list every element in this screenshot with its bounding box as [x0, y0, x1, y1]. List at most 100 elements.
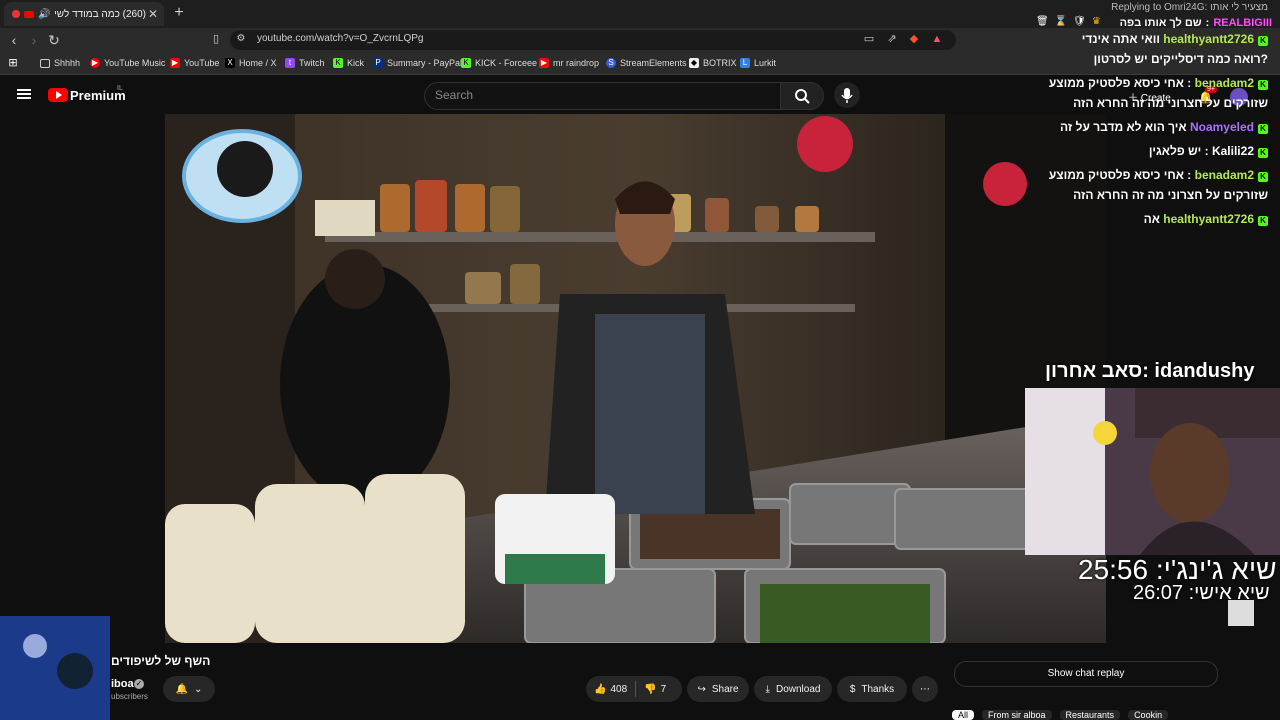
- kick-badge-icon: K: [1258, 80, 1268, 90]
- country-code: IL: [117, 85, 123, 92]
- kick-badge-icon: K: [1258, 216, 1268, 226]
- youtube-logo-icon[interactable]: [48, 88, 68, 102]
- apps-icon[interactable]: ⊞: [8, 56, 22, 70]
- bookmark-item[interactable]: Shhhh: [40, 56, 80, 70]
- chat-message: איך הוא לא מדבר על זה: [1060, 120, 1187, 134]
- kick-badge-icon: K: [1258, 124, 1268, 134]
- streamer-cam-thumbnail: [0, 616, 110, 720]
- dislike-count[interactable]: 7: [661, 684, 667, 695]
- chat-message: וואי אתה אינדי: [1081, 32, 1160, 46]
- chevron-down-icon: ⌄: [194, 683, 203, 695]
- subscriber-count: ubscribers: [111, 692, 148, 701]
- speaker-icon[interactable]: 🔊: [38, 9, 50, 20]
- bookmark-page-icon[interactable]: ▯: [209, 32, 223, 46]
- search-placeholder: Search: [435, 88, 474, 102]
- kick-badge-icon: K: [1258, 36, 1268, 46]
- webcam-feed: [1025, 388, 1280, 555]
- more-icon: ⋯: [920, 683, 930, 695]
- new-tab-button[interactable]: +: [170, 4, 188, 22]
- download-button[interactable]: ⤓ Download: [754, 676, 832, 702]
- like-dislike-group: 👍 408 👎 7: [586, 676, 682, 702]
- chat-message: שזורקים על חצרוני מה זה החרא הזה: [1073, 96, 1268, 110]
- chat-message: ?רואה כמה דיסלייקים יש לסרטון: [1093, 52, 1268, 66]
- reload-icon[interactable]: ↻: [45, 31, 63, 49]
- pinned-message: שם לך אותו בפה: [1119, 17, 1202, 29]
- chip-all[interactable]: All: [952, 710, 975, 720]
- like-count[interactable]: 408: [610, 684, 627, 695]
- chat-username: healthyantt2726: [1163, 212, 1254, 226]
- thanks-icon: $: [849, 683, 856, 695]
- bookmark-item[interactable]: K KICK - Forceee: [461, 56, 537, 70]
- browser-tab[interactable]: 🔊 (260) כמה במודד לשיפודים של ✕: [4, 2, 164, 26]
- bookmark-item[interactable]: ▶ mr raindrop: [539, 56, 599, 70]
- microphone-icon: [841, 88, 853, 103]
- chat-message: יש פלאגין: [1148, 144, 1202, 158]
- kick-badge-icon: K: [1258, 172, 1268, 182]
- site-info-icon[interactable]: ⚙: [234, 32, 248, 46]
- divider: [635, 681, 637, 697]
- brave-shield-icon[interactable]: ◆: [907, 32, 921, 46]
- share-button[interactable]: ↪ Share: [687, 676, 749, 702]
- voice-search-button[interactable]: [834, 82, 860, 108]
- bookmark-item[interactable]: K Kick: [333, 56, 364, 70]
- video-player[interactable]: [165, 114, 1106, 643]
- subscribe-bell-button[interactable]: 🔔 ⌄: [163, 676, 215, 702]
- dislike-icon[interactable]: 👎: [644, 684, 656, 695]
- crown-icon: ♛: [1091, 16, 1101, 27]
- chat-username: Kalili22: [1211, 144, 1254, 158]
- kick-badge-icon: K: [1258, 148, 1268, 158]
- search-button[interactable]: [780, 82, 824, 110]
- search-icon: [795, 89, 810, 104]
- video-frame: [165, 114, 1106, 643]
- bookmark-item[interactable]: ◆ BOTRIX: [689, 56, 737, 70]
- cast-icon[interactable]: ▭: [862, 32, 876, 46]
- overlay-logo-icon: [1228, 600, 1254, 626]
- chip-from-channel[interactable]: From sir alboa: [982, 710, 1052, 720]
- chat-message: אחי כיסא פלסטיק ממוצע: [1048, 76, 1184, 90]
- chat-message: אה: [1143, 212, 1160, 226]
- trash-icon[interactable]: 🗑: [1036, 16, 1049, 27]
- stream-chat-overlay: Replying to Omri24G: מצעיר לי אותו REALB…: [1036, 2, 1272, 226]
- bookmark-item[interactable]: X Home / X: [225, 56, 277, 70]
- bookmark-item[interactable]: ▶ YouTube Music: [90, 56, 165, 70]
- bookmark-item[interactable]: ▶ YouTube: [170, 56, 219, 70]
- chip-cooking[interactable]: Cookin: [1128, 710, 1169, 720]
- forward-icon[interactable]: ›: [25, 31, 43, 49]
- video-title: השף של לשיפודים: [111, 654, 211, 668]
- search-input[interactable]: [424, 82, 782, 110]
- shield-icon[interactable]: 🛡: [1073, 16, 1086, 27]
- bookmark-item[interactable]: t Twitch: [285, 56, 325, 70]
- bell-icon: 🔔: [175, 683, 189, 695]
- bookmark-item[interactable]: P Summary - PayPal: [373, 56, 462, 70]
- hamburger-menu-icon[interactable]: [17, 87, 31, 101]
- verified-icon: ✓: [134, 679, 144, 689]
- back-icon[interactable]: ‹: [5, 31, 23, 49]
- youtube-favicon-icon: [24, 10, 34, 18]
- chat-message: שזורקים על חצרוני מה זה החרא הזה: [1073, 188, 1268, 202]
- channel-name[interactable]: iboa: [111, 678, 134, 690]
- bookmark-item[interactable]: L Lurkit: [740, 56, 776, 70]
- show-chat-replay-button[interactable]: Show chat replay: [954, 661, 1218, 687]
- more-actions-button[interactable]: ⋯: [912, 676, 938, 702]
- chat-username: Noamyeled: [1189, 120, 1254, 134]
- chat-username: healthyantt2726: [1163, 32, 1254, 46]
- reply-header: Replying to Omri24G: מצעיר לי אותו: [1111, 2, 1268, 13]
- last-sub-label: סאב אחרון: idandushy: [1045, 360, 1255, 382]
- recording-icon: [12, 10, 20, 18]
- chat-username: benadam2: [1194, 76, 1254, 90]
- tab-title: (260) כמה במודד לשיפודים של: [54, 8, 146, 20]
- share-icon: ↪: [697, 683, 706, 695]
- bookmark-item[interactable]: S StreamElements: [606, 56, 687, 70]
- brave-rewards-icon[interactable]: ▲: [930, 32, 944, 46]
- download-icon: ⤓: [765, 683, 770, 695]
- like-icon[interactable]: 👍: [586, 684, 606, 695]
- close-tab-icon[interactable]: ✕: [146, 7, 160, 21]
- chip-restaurants[interactable]: Restaurants: [1059, 710, 1121, 720]
- chat-message: אחי כיסא פלסטיק ממוצע: [1048, 168, 1184, 182]
- chat-username: benadam2: [1194, 168, 1254, 182]
- thanks-button[interactable]: $ Thanks: [837, 676, 907, 702]
- share-page-icon[interactable]: ⇗: [885, 32, 899, 46]
- pinned-user: REALBIGIII: [1213, 17, 1272, 29]
- url-text: youtube.com/watch?v=O_ZvcrnLQPg: [257, 33, 424, 44]
- hourglass-icon[interactable]: ⌛: [1055, 16, 1067, 27]
